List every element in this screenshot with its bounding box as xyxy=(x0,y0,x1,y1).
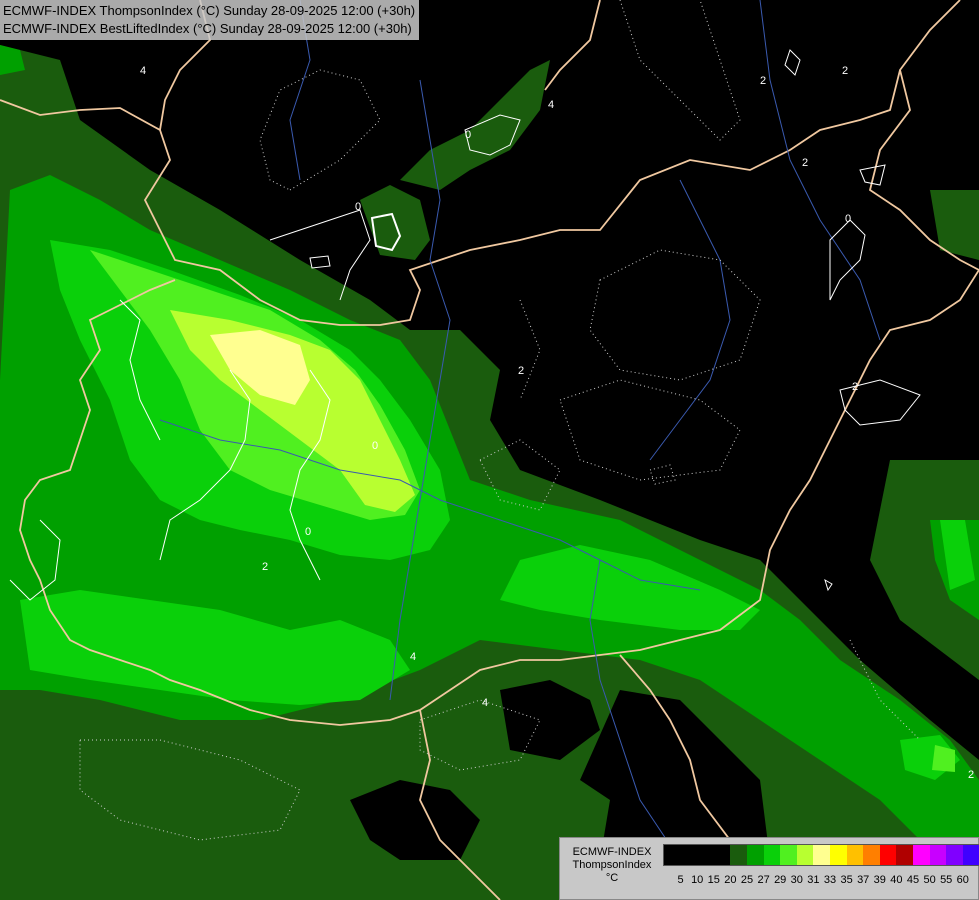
legend-tick: 37 xyxy=(857,874,870,886)
legend-swatch xyxy=(664,845,681,865)
color-legend: ECMWF-INDEX ThompsonIndex °C 5 10 15 20 25 27… xyxy=(559,837,979,900)
legend-tick: 30 xyxy=(790,874,803,886)
contour-label: 2 xyxy=(760,75,766,87)
legend-tick: 50 xyxy=(923,874,936,886)
legend-swatch xyxy=(912,845,930,865)
legend-label: ECMWF-INDEX ThompsonIndex °C xyxy=(563,846,661,885)
legend-tick: 40 xyxy=(890,874,903,886)
legend-swatch xyxy=(896,845,913,865)
legend-tick: 55 xyxy=(940,874,953,886)
contour-label: 2 xyxy=(852,381,858,393)
contour-label: 0 xyxy=(465,129,471,141)
legend-swatch xyxy=(946,845,963,865)
legend-swatch xyxy=(746,845,764,865)
legend-swatches xyxy=(663,844,979,866)
legend-parameter: ThompsonIndex xyxy=(572,859,652,871)
legend-ticks: 5 10 15 20 25 27 29 30 31 33 35 37 39 40 45 50 55 60 xyxy=(663,874,978,888)
legend-swatch xyxy=(813,845,830,865)
legend-tick: 25 xyxy=(740,874,754,886)
legend-swatch xyxy=(780,845,797,865)
legend-tick: 31 xyxy=(807,874,820,886)
legend-tick: 20 xyxy=(724,874,737,886)
title-line-lifted: ECMWF-INDEX BestLiftedIndex (°C) Sunday … xyxy=(3,21,412,36)
weather-map: 4 2 4 0 0 0 2 2 0 2 2 0 4 2 4 2 xyxy=(0,0,979,900)
legend-tick: 45 xyxy=(906,874,920,886)
legend-tick: 15 xyxy=(707,874,720,886)
legend-tick: 5 xyxy=(677,874,684,886)
legend-swatch xyxy=(680,845,698,865)
legend-tick: 35 xyxy=(840,874,853,886)
contour-label: 0 xyxy=(372,440,378,452)
legend-swatch xyxy=(879,845,897,865)
contour-label: 2 xyxy=(518,365,524,377)
contour-label: 4 xyxy=(140,65,146,77)
contour-label: 2 xyxy=(968,769,974,781)
contour-label: 2 xyxy=(802,157,808,169)
contour-label: 4 xyxy=(482,697,488,709)
legend-swatch xyxy=(863,845,880,865)
legend-tick: 39 xyxy=(873,874,886,886)
legend-swatch xyxy=(846,845,864,865)
map-title: ECMWF-INDEX ThompsonIndex (°C) Sunday 28… xyxy=(0,0,420,40)
contour-label: 0 xyxy=(355,201,361,213)
title-line-thompson: ECMWF-INDEX ThompsonIndex (°C) Sunday 28… xyxy=(3,3,416,18)
legend-swatch xyxy=(929,845,947,865)
contour-label: 0 xyxy=(845,213,851,225)
contour-label: 2 xyxy=(262,561,268,573)
legend-swatch xyxy=(796,845,814,865)
legend-swatch xyxy=(713,845,731,865)
contour-label: 2 xyxy=(842,65,848,77)
contour-label: 4 xyxy=(548,99,554,111)
legend-swatch xyxy=(962,845,979,865)
contour-label: 0 xyxy=(305,526,311,538)
legend-swatch xyxy=(763,845,781,865)
legend-tick: 10 xyxy=(691,874,704,886)
contour-label: 4 xyxy=(410,651,416,663)
legend-tick: 29 xyxy=(774,874,787,886)
legend-tick: 60 xyxy=(956,874,969,886)
legend-model: ECMWF-INDEX xyxy=(572,846,652,858)
legend-unit: °C xyxy=(605,872,619,884)
legend-tick: 33 xyxy=(823,874,837,886)
legend-swatch xyxy=(730,845,747,865)
legend-swatch xyxy=(829,845,847,865)
legend-swatch xyxy=(697,845,714,865)
legend-tick: 27 xyxy=(757,874,770,886)
